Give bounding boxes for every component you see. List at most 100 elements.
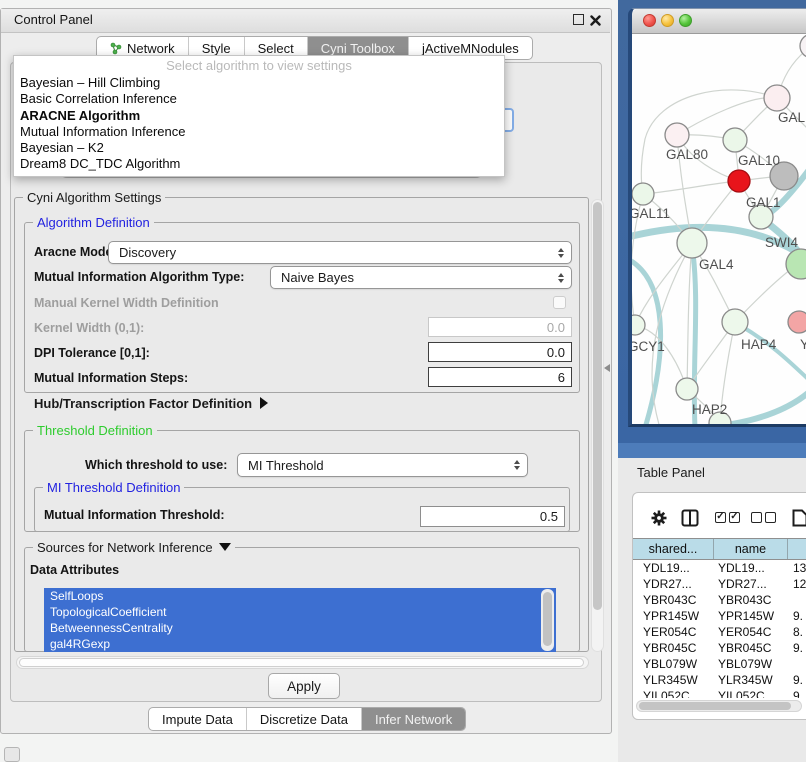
which-threshold-value: MI Threshold bbox=[248, 458, 324, 473]
network-edge bbox=[677, 98, 777, 135]
mi-type-select[interactable]: Naive Bayes bbox=[270, 266, 572, 289]
float-window-button[interactable] bbox=[573, 14, 584, 25]
node-label: Y bbox=[800, 337, 806, 352]
node-label: GAL80 bbox=[666, 147, 708, 162]
sources-group-title[interactable]: Sources for Network Inference bbox=[33, 540, 235, 555]
column-header-shared[interactable]: shared... bbox=[633, 539, 714, 559]
network-node-hap2[interactable] bbox=[676, 378, 698, 400]
data-attribute-item[interactable]: SelfLoops bbox=[44, 588, 556, 604]
gear-icon bbox=[650, 509, 668, 527]
network-node-hap4[interactable] bbox=[722, 309, 748, 335]
table-cell: YPR145W bbox=[633, 609, 714, 623]
algorithm-option[interactable]: Bayesian – K2 bbox=[14, 140, 504, 156]
data-attribute-item[interactable]: gal4RGexp bbox=[44, 636, 556, 652]
apply-button[interactable]: Apply bbox=[268, 673, 340, 699]
node-label: HAP4 bbox=[741, 337, 777, 352]
dpi-tolerance-input[interactable]: 0.0 bbox=[428, 342, 572, 362]
table-settings-button[interactable] bbox=[650, 509, 668, 532]
threshold-definition-title: Threshold Definition bbox=[33, 423, 157, 438]
table-row[interactable]: YLR345WYLR345W9. bbox=[633, 672, 806, 688]
table-row[interactable]: YDL19...YDL19...13 bbox=[633, 560, 806, 576]
data-attribute-item[interactable]: BetweennessCentrality bbox=[44, 620, 556, 636]
panel-splitter-arrow-icon[interactable] bbox=[604, 364, 610, 372]
table-cell: 8. bbox=[788, 625, 806, 639]
split-columns-button[interactable] bbox=[681, 509, 699, 532]
algorithm-option[interactable]: Basic Correlation Inference bbox=[14, 91, 504, 107]
minimized-panel-chip[interactable] bbox=[4, 747, 20, 762]
network-node-gal4[interactable] bbox=[677, 228, 707, 258]
mi-threshold-input[interactable]: 0.5 bbox=[420, 506, 565, 527]
network-svg: GALGAL80GAL10GAL1GAL11SWI4GAL4HAP4YGCY1H… bbox=[632, 34, 806, 425]
hub-definition-toggle[interactable]: Hub/Transcription Factor Definition bbox=[34, 396, 268, 411]
algorithm-option[interactable]: Dream8 DC_TDC Algorithm bbox=[14, 156, 504, 172]
network-node-gcy1[interactable] bbox=[632, 315, 645, 335]
document-icon bbox=[792, 509, 806, 527]
network-node-gal1[interactable] bbox=[728, 170, 750, 192]
column-header-extra[interactable] bbox=[788, 539, 806, 559]
network-node-gal10[interactable] bbox=[723, 128, 747, 152]
minimize-traffic-light-icon[interactable] bbox=[661, 14, 674, 27]
document-button[interactable] bbox=[792, 509, 806, 527]
network-node-gal[interactable] bbox=[764, 85, 790, 111]
select-all-checkbox2-icon[interactable]: ✓ bbox=[729, 512, 740, 523]
settings-vscroll-thumb[interactable] bbox=[593, 202, 602, 610]
mi-steps-input[interactable]: 6 bbox=[428, 367, 572, 387]
node-label: GCY1 bbox=[632, 339, 665, 354]
table-hscroll-thumb[interactable] bbox=[639, 702, 791, 710]
table-row[interactable]: YDR27...YDR27...12 bbox=[633, 576, 806, 592]
aracne-mode-select[interactable]: Discovery bbox=[108, 241, 572, 264]
attributes-scrollbar-thumb[interactable] bbox=[543, 592, 552, 646]
tab-label: Infer Network bbox=[375, 712, 452, 727]
table-row[interactable]: YBR045CYBR045C9. bbox=[633, 640, 806, 656]
algorithm-option[interactable]: Mutual Information Inference bbox=[14, 124, 504, 140]
deselect-checkbox-icon[interactable] bbox=[751, 512, 762, 523]
table-row[interactable]: YER054CYER054C8. bbox=[633, 624, 806, 640]
network-node[interactable] bbox=[786, 249, 806, 279]
network-node-gal11[interactable] bbox=[632, 183, 654, 205]
table-header-row: shared... name bbox=[633, 538, 806, 560]
close-panel-button[interactable] bbox=[590, 13, 601, 24]
kernel-width-input: 0.0 bbox=[428, 317, 572, 337]
settings-horizontal-scrollbar[interactable] bbox=[16, 656, 589, 669]
deselect-checkbox2-icon[interactable] bbox=[765, 512, 776, 523]
network-window-titlebar[interactable] bbox=[632, 9, 806, 34]
network-node-gal80[interactable] bbox=[665, 123, 689, 147]
collapse-arrow-icon bbox=[219, 543, 231, 551]
tab-discretize-data[interactable]: Discretize Data bbox=[247, 708, 362, 730]
table-row[interactable]: YBR043CYBR043C bbox=[633, 592, 806, 608]
network-node-y[interactable] bbox=[788, 311, 806, 333]
data-attributes-list[interactable]: SelfLoopsTopologicalCoefficientBetweenne… bbox=[44, 588, 556, 652]
data-attribute-item[interactable]: TopologicalCoefficient bbox=[44, 604, 556, 620]
network-view[interactable]: GALGAL80GAL10GAL1GAL11SWI4GAL4HAP4YGCY1H… bbox=[632, 34, 806, 425]
select-all-checkbox-icon[interactable]: ✓ bbox=[715, 512, 726, 523]
table-horizontal-scrollbar[interactable] bbox=[636, 700, 802, 712]
settings-hscroll-thumb[interactable] bbox=[19, 658, 584, 667]
tab-infer-network[interactable]: Infer Network bbox=[362, 708, 465, 730]
which-threshold-select[interactable]: MI Threshold bbox=[237, 453, 528, 477]
table-row[interactable]: YIL052CYIL052C9 bbox=[633, 688, 806, 698]
algorithm-option[interactable]: ARACNE Algorithm bbox=[14, 108, 504, 124]
table-panel-title: Table Panel bbox=[637, 465, 705, 480]
zoom-traffic-light-icon[interactable] bbox=[679, 14, 692, 27]
table-row[interactable]: YPR145WYPR145W9. bbox=[633, 608, 806, 624]
close-traffic-light-icon[interactable] bbox=[643, 14, 656, 27]
table-cell: 13 bbox=[788, 561, 806, 575]
node-label: HAP2 bbox=[692, 402, 727, 417]
table-cell: YDR27... bbox=[714, 577, 788, 591]
tab-impute-data[interactable]: Impute Data bbox=[149, 708, 247, 730]
aracne-mode-value: Discovery bbox=[119, 245, 176, 260]
attributes-scrollbar[interactable] bbox=[541, 589, 554, 651]
algorithm-option[interactable]: Bayesian – Hill Climbing bbox=[14, 75, 504, 91]
table-cell: YDL19... bbox=[714, 561, 788, 575]
table-cell: YBR043C bbox=[714, 593, 788, 607]
mi-type-label: Mutual Information Algorithm Type: bbox=[34, 265, 244, 289]
stepper-arrows-icon bbox=[558, 273, 564, 283]
column-header-name[interactable]: name bbox=[714, 539, 788, 559]
settings-vertical-scrollbar[interactable] bbox=[591, 199, 604, 652]
hub-definition-label: Hub/Transcription Factor Definition bbox=[34, 396, 252, 411]
aracne-mode-label: Aracne Mode: bbox=[34, 240, 117, 264]
table-cell: YIL052C bbox=[633, 689, 714, 698]
table-cell: YLR345W bbox=[633, 673, 714, 687]
table-row[interactable]: YBL079WYBL079W bbox=[633, 656, 806, 672]
network-edge-thick bbox=[741, 326, 806, 379]
